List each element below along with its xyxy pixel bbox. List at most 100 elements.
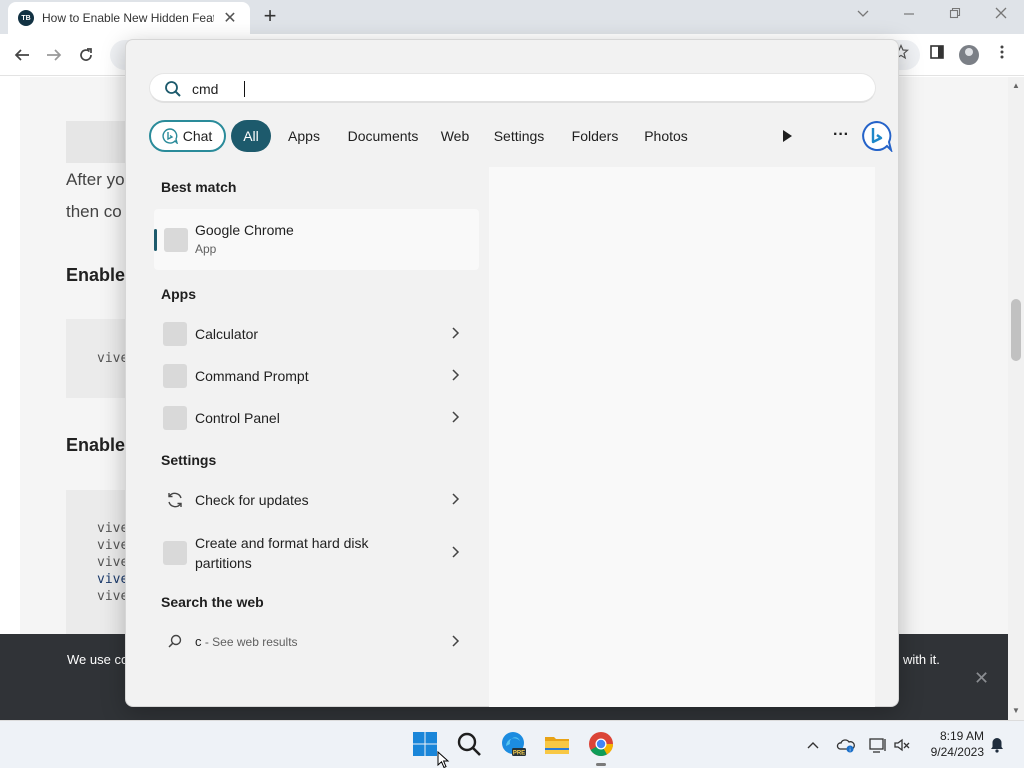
app-result-command-prompt[interactable]: Command Prompt: [154, 356, 479, 396]
web-result-label: c - See web results: [195, 634, 298, 649]
forward-arrow-icon[interactable]: [42, 43, 66, 67]
search-the-web-heading: Search the web: [161, 594, 264, 610]
calculator-icon: [163, 322, 187, 346]
new-tab-button[interactable]: +: [258, 5, 282, 29]
running-indicator: [596, 763, 606, 766]
web-result-suffix: - See web results: [201, 635, 298, 649]
app-result-label: Control Panel: [195, 410, 280, 426]
tab-search-chevron-icon[interactable]: [851, 5, 875, 25]
best-match-heading: Best match: [161, 179, 237, 195]
chevron-right-icon[interactable]: [450, 492, 460, 506]
article-heading: Enable: [66, 435, 126, 455]
best-match-title: Google Chrome: [195, 222, 294, 238]
selection-indicator: [154, 229, 157, 251]
command-prompt-icon: [163, 364, 187, 388]
best-match-result[interactable]: Google Chrome App: [154, 209, 479, 270]
windows-start-icon[interactable]: [410, 729, 440, 759]
clock-time: 8:19 AM: [939, 729, 984, 743]
search-icon[interactable]: [454, 729, 484, 759]
app-result-calculator[interactable]: Calculator: [154, 314, 479, 354]
filter-documents-button[interactable]: Documents: [337, 120, 429, 152]
page-scrollbar[interactable]: ▲ ▼: [1008, 77, 1024, 720]
chevron-right-icon[interactable]: [450, 634, 460, 648]
app-result-label: Command Prompt: [195, 368, 309, 384]
reload-icon[interactable]: [74, 43, 98, 67]
setting-result-label: Check for updates: [195, 492, 309, 508]
system-clock[interactable]: 8:19 AM 9/24/2023: [920, 728, 984, 760]
minimize-icon[interactable]: [897, 5, 921, 25]
control-panel-icon: [163, 406, 187, 430]
chevron-right-icon[interactable]: [450, 410, 460, 424]
site-favicon-icon: TB: [18, 10, 34, 26]
scroll-down-arrow-icon[interactable]: ▼: [1008, 704, 1024, 718]
result-preview-pane: [489, 167, 875, 707]
file-explorer-icon[interactable]: [542, 729, 572, 759]
filter-photos-button[interactable]: Photos: [635, 120, 697, 152]
app-result-control-panel[interactable]: Control Panel: [154, 398, 479, 438]
window-close-icon[interactable]: [989, 5, 1013, 25]
chrome-icon[interactable]: [586, 729, 616, 759]
search-icon: [168, 634, 182, 648]
restore-icon[interactable]: [943, 5, 967, 25]
more-options-button[interactable]: ···: [829, 120, 853, 152]
svg-text:i: i: [849, 748, 850, 754]
notification-bell-icon[interactable]: [988, 735, 1006, 755]
chevron-up-icon[interactable]: [805, 735, 821, 755]
code-line: vive: [97, 538, 129, 553]
profile-avatar-icon[interactable]: [958, 44, 980, 66]
tab-title: How to Enable New Hidden Feat: [42, 11, 214, 25]
filter-chat-button[interactable]: Chat: [149, 120, 226, 152]
chevron-right-icon[interactable]: [450, 326, 460, 340]
windows-search-panel: Chat All Apps Documents Web Settings Fol…: [125, 39, 899, 707]
text-caret: [244, 81, 245, 97]
browser-tab-bar: TB How to Enable New Hidden Feat ✕ +: [0, 0, 1024, 34]
browser-menu-icon[interactable]: [991, 44, 1013, 66]
tab-close-icon[interactable]: ✕: [222, 8, 238, 28]
svg-text:PRE: PRE: [513, 750, 525, 756]
browser-tab[interactable]: TB How to Enable New Hidden Feat ✕: [8, 2, 250, 34]
cookie-banner-text: We use co: [67, 652, 129, 667]
setting-result-check-for-updates[interactable]: Check for updates: [154, 480, 479, 520]
chevron-right-icon[interactable]: [450, 368, 460, 382]
filter-settings-button[interactable]: Settings: [483, 120, 555, 152]
article-paragraph-line: After yo: [66, 170, 125, 189]
article-paragraph-line: then co: [66, 202, 122, 221]
search-box[interactable]: [149, 73, 876, 103]
filter-apps-button[interactable]: Apps: [276, 120, 332, 152]
settings-heading: Settings: [161, 452, 217, 468]
play-icon[interactable]: [779, 128, 795, 144]
filter-all-button[interactable]: All: [231, 120, 271, 152]
code-line: vive: [97, 589, 129, 604]
scrollbar-thumb[interactable]: [1011, 299, 1021, 361]
mouse-cursor-icon: [437, 751, 450, 768]
apps-heading: Apps: [161, 286, 196, 302]
bing-icon[interactable]: [861, 120, 893, 152]
cookie-close-icon[interactable]: ✕: [974, 668, 989, 689]
edge-pre-icon[interactable]: PRE: [498, 729, 528, 759]
code-line: vive: [97, 572, 129, 587]
side-panel-icon[interactable]: [926, 44, 948, 66]
filter-web-button[interactable]: Web: [434, 120, 476, 152]
article-heading: Enable: [66, 265, 126, 285]
app-result-label: Calculator: [195, 326, 259, 342]
code-line: vive: [97, 555, 129, 570]
filter-folders-button[interactable]: Folders: [561, 120, 629, 152]
volume-muted-icon[interactable]: [892, 735, 912, 755]
windows-taskbar: PRE i 8:19 AM 9/24/2023: [0, 720, 1024, 768]
chevron-right-icon[interactable]: [450, 545, 460, 559]
code-line: vive: [97, 351, 129, 366]
setting-result-label: Create and format hard disk partitions: [195, 535, 369, 571]
onedrive-icon[interactable]: i: [836, 735, 856, 755]
search-input[interactable]: [192, 79, 792, 99]
scroll-up-arrow-icon[interactable]: ▲: [1008, 79, 1024, 93]
cookie-banner-text-end: with it.: [903, 652, 940, 667]
filter-chat-label: Chat: [182, 128, 213, 144]
google-chrome-icon: [164, 228, 188, 252]
code-line: vive: [97, 521, 129, 536]
setting-result-disk-partitions[interactable]: Create and format hard disk partitions: [154, 531, 479, 575]
web-result[interactable]: c - See web results: [154, 622, 479, 662]
search-icon: [165, 81, 181, 97]
sync-icon: [168, 492, 182, 508]
network-icon[interactable]: [868, 735, 888, 755]
back-arrow-icon[interactable]: [10, 43, 34, 67]
